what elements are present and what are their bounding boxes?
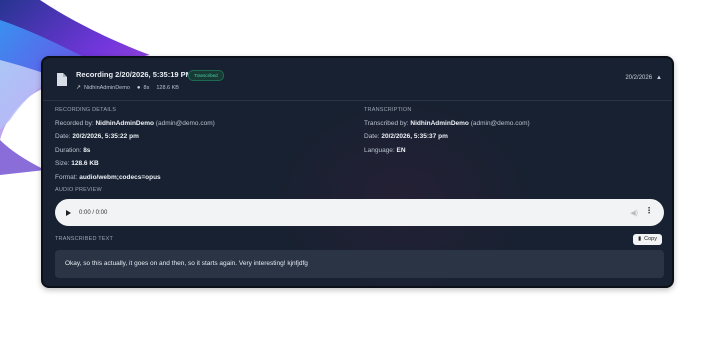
recording-title: Recording 2/20/2026, 5:35:19 PM — [76, 70, 192, 79]
duration-label: Duration: — [55, 146, 82, 154]
status-badge: Transcribed — [188, 70, 224, 81]
more-vertical-icon[interactable]: ⋮ — [645, 206, 653, 215]
copy-icon: ▮ — [638, 236, 642, 242]
play-icon[interactable] — [66, 209, 71, 216]
size-row: Size: 128.6 KB — [55, 160, 215, 167]
meta-duration: 8s — [143, 84, 150, 91]
recording-card: Recording 2/20/2026, 5:35:19 PM Transcri… — [41, 56, 674, 288]
recorded-by-name: NidhinAdminDemo — [95, 119, 154, 127]
transcribed-text: Okay, so this actually, it goes on and t… — [55, 250, 664, 278]
audio-player[interactable]: 0:00 / 0:00 ◀) ⋮ — [55, 199, 664, 226]
format-value: audio/webm;codecs=opus — [79, 173, 161, 181]
header-date: 20/2/2026 — [625, 75, 653, 81]
size-label: Size: — [55, 160, 70, 167]
transcribed-by-name: NidhinAdminDemo — [410, 119, 469, 127]
date-value: 20/2/2026, 5:35:22 pm — [72, 133, 139, 140]
transcribed-by-email: (admin@demo.com) — [470, 119, 530, 127]
audio-time: 0:00 / 0:00 — [79, 209, 108, 216]
recording-details: RECORDING DETAILS Recorded by: NidhinAdm… — [55, 107, 215, 181]
language-value: EN — [396, 146, 406, 154]
transcribed-by-label: Transcribed by: — [364, 119, 409, 127]
transcription-date-label: Date: — [364, 133, 380, 140]
recorded-by-email: (admin@demo.com) — [155, 119, 215, 127]
meta-user: NidhinAdminDemo — [84, 84, 130, 91]
copy-button[interactable]: ▮ Copy — [633, 234, 662, 245]
header-right[interactable]: 20/2/2026 ▲ — [625, 75, 662, 81]
transcription-date-row: Date: 20/2/2026, 5:35:37 pm — [364, 133, 530, 140]
duration-icon: ● — [136, 84, 141, 91]
recording-meta: ↗ NidhinAdminDemo ● 8s 128.6 KB — [76, 84, 179, 92]
language-row: Language: EN — [364, 147, 530, 154]
recording-details-heading: RECORDING DETAILS — [55, 107, 117, 113]
meta-size: 128.6 KB — [156, 84, 179, 91]
format-row: Format: audio/webm;codecs=opus — [55, 174, 215, 181]
size-value: 128.6 KB — [71, 160, 99, 167]
recorded-by-row: Recorded by: NidhinAdminDemo (admin@demo… — [55, 120, 215, 127]
transcription-heading: TRANSCRIPTION — [364, 107, 412, 113]
duration-row: Duration: 8s — [55, 147, 215, 154]
recorded-by-label: Recorded by: — [55, 119, 94, 127]
transcription-date-value: 20/2/2026, 5:35:37 pm — [381, 133, 448, 140]
audio-preview-heading: AUDIO PREVIEW — [55, 187, 102, 193]
chevron-up-icon[interactable]: ▲ — [656, 75, 662, 81]
transcribed-text-heading: TRANSCRIBED TEXT — [55, 236, 114, 242]
user-link-icon: ↗ — [76, 85, 82, 91]
transcription-details: TRANSCRIPTION Transcribed by: NidhinAdmi… — [364, 107, 530, 154]
date-row: Date: 20/2/2026, 5:35:22 pm — [55, 133, 215, 140]
copy-label: Copy — [644, 236, 657, 242]
volume-icon[interactable]: ◀) — [630, 209, 638, 217]
language-label: Language: — [364, 146, 395, 154]
duration-value: 8s — [83, 146, 91, 154]
date-label: Date: — [55, 133, 71, 140]
recording-header[interactable]: Recording 2/20/2026, 5:35:19 PM Transcri… — [43, 58, 672, 101]
format-label: Format: — [55, 173, 78, 181]
transcribed-by-row: Transcribed by: NidhinAdminDemo (admin@d… — [364, 120, 530, 127]
file-icon — [57, 73, 67, 86]
